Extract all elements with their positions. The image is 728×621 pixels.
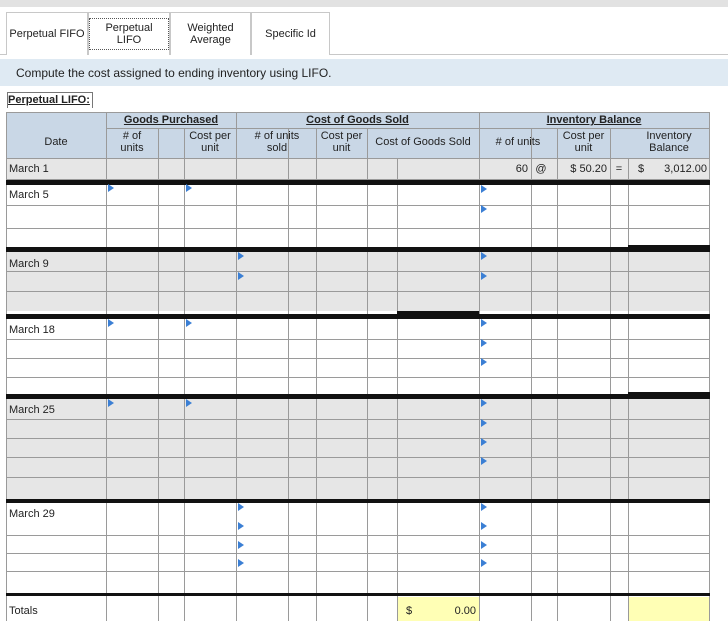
dropdown-arrow-icon[interactable]	[108, 319, 114, 327]
dropdown-arrow-icon[interactable]	[481, 399, 487, 407]
ib-balance-header-1: Inventory	[646, 130, 692, 142]
date-march-18: March 18	[9, 324, 55, 336]
inventory-balance-header: Inventory Balance	[546, 114, 642, 126]
ib-cost-header-1: Cost per	[562, 130, 605, 142]
dropdown-arrow-icon[interactable]	[108, 184, 114, 192]
totals-cogs-value: 0.00	[454, 605, 476, 617]
dropdown-arrow-icon[interactable]	[481, 559, 487, 567]
date-march-1: March 1	[9, 163, 49, 175]
ib-balance-value: 3,012.00	[664, 163, 707, 175]
gp-units-header-1: # of	[122, 130, 142, 142]
dropdown-arrow-icon[interactable]	[481, 541, 487, 549]
dropdown-arrow-icon[interactable]	[481, 339, 487, 347]
dropdown-arrow-icon[interactable]	[481, 185, 487, 193]
dropdown-arrow-icon[interactable]	[238, 541, 244, 549]
gp-cost-header-1: Cost per	[189, 130, 231, 142]
cogs-units-header-2: sold	[266, 142, 288, 154]
dropdown-arrow-icon[interactable]	[481, 319, 487, 327]
dropdown-arrow-icon[interactable]	[238, 252, 244, 260]
equals-symbol: =	[615, 163, 623, 175]
cogs-total-header: Cost of Goods Sold	[375, 136, 471, 148]
inventory-table-grid	[6, 112, 710, 621]
ib-cost-value: $ 50.20	[570, 163, 607, 175]
dropdown-arrow-icon[interactable]	[481, 272, 487, 280]
cogs-header: Cost of Goods Sold	[306, 114, 409, 126]
ib-cost-header-2: unit	[574, 142, 593, 154]
cogs-units-header-1: # of units	[254, 130, 300, 142]
dropdown-arrow-icon[interactable]	[186, 319, 192, 327]
dropdown-arrow-icon[interactable]	[481, 503, 487, 511]
date-header: Date	[44, 136, 68, 148]
gp-cost-header-2: unit	[201, 142, 219, 154]
totals-label: Totals	[9, 605, 38, 617]
date-march-5: March 5	[9, 189, 49, 201]
dropdown-arrow-icon[interactable]	[186, 399, 192, 407]
dropdown-arrow-icon[interactable]	[238, 522, 244, 530]
ib-balance-header-2: Balance	[649, 142, 689, 154]
date-march-25: March 25	[9, 404, 55, 416]
dropdown-arrow-icon[interactable]	[186, 184, 192, 192]
goods-purchased-header: Goods Purchased	[123, 114, 219, 126]
dropdown-arrow-icon[interactable]	[238, 272, 244, 280]
totals-dollar-symbol: $	[406, 605, 413, 617]
dropdown-arrow-icon[interactable]	[481, 252, 487, 260]
dropdown-arrow-icon[interactable]	[481, 205, 487, 213]
totals-inventory-input[interactable]	[629, 597, 709, 621]
cogs-cost-header-1: Cost per	[320, 130, 363, 142]
dropdown-arrow-icon[interactable]	[238, 559, 244, 567]
cogs-cost-header-2: unit	[332, 142, 351, 154]
dropdown-arrow-icon[interactable]	[481, 522, 487, 530]
dropdown-arrow-icon[interactable]	[481, 438, 487, 446]
gp-units-header-2: units	[120, 142, 144, 154]
ib-units-value: 60	[515, 163, 528, 175]
date-march-29: March 29	[9, 508, 55, 520]
dropdown-arrow-icon[interactable]	[238, 503, 244, 511]
at-symbol: @	[535, 163, 547, 175]
dropdown-arrow-icon[interactable]	[108, 399, 114, 407]
ib-units-header: # of units	[495, 136, 541, 148]
dropdown-arrow-icon[interactable]	[481, 419, 487, 427]
dropdown-arrow-icon[interactable]	[481, 358, 487, 366]
shaded-rows	[6, 158, 710, 499]
date-march-9: March 9	[9, 258, 49, 270]
section-separators	[6, 180, 710, 596]
dropdown-arrow-icon[interactable]	[481, 457, 487, 465]
